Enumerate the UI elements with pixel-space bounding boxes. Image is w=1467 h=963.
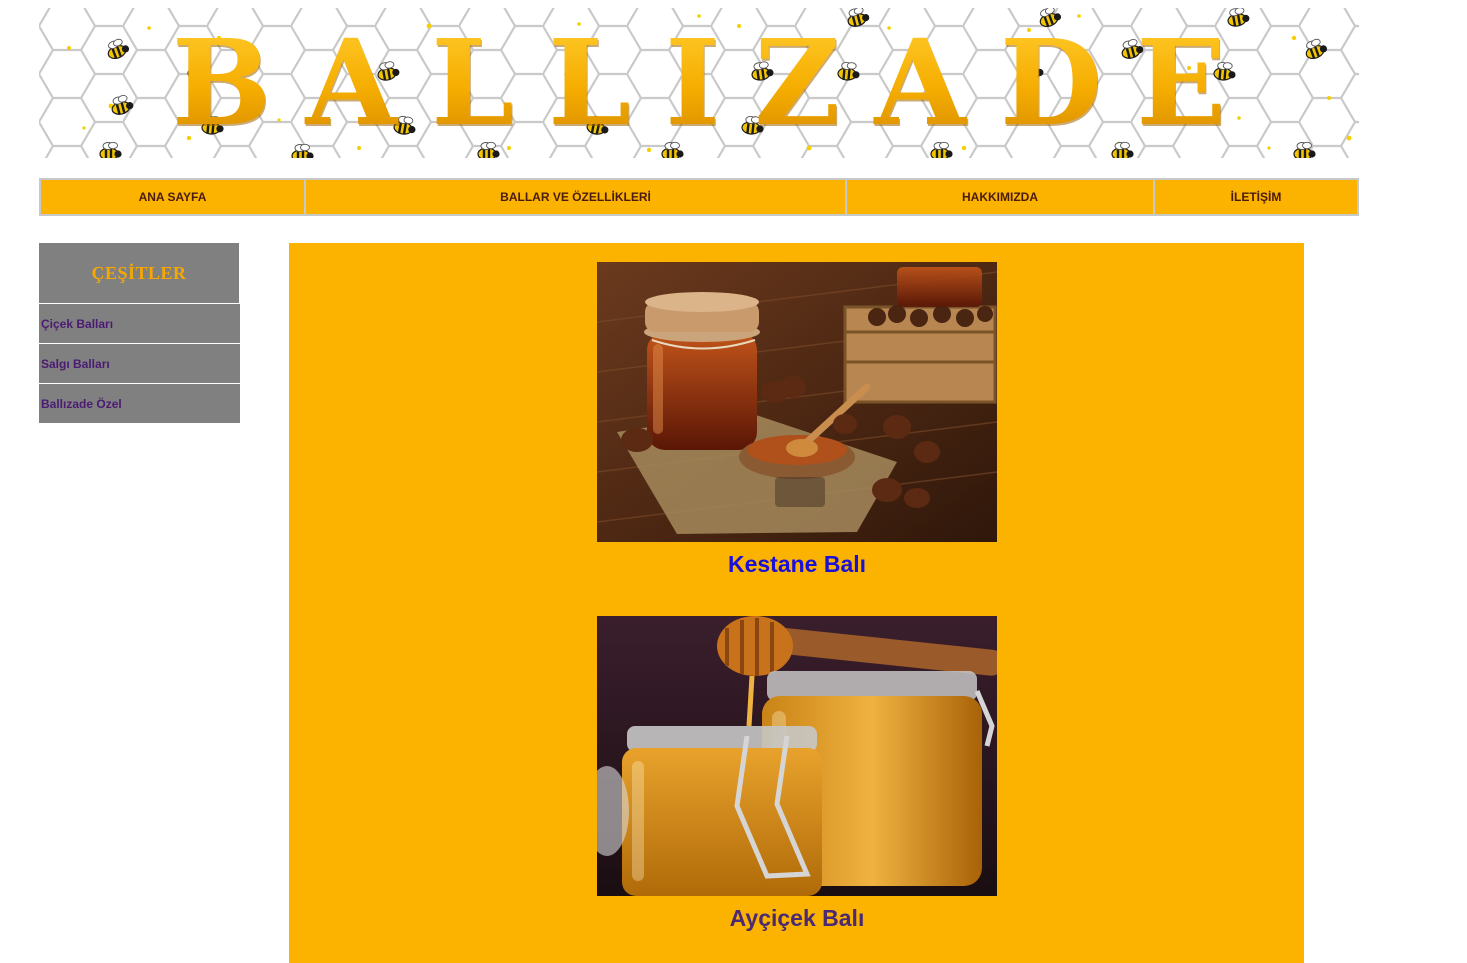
sidebar: ÇEŞİTLER Çiçek Balları Salgı Balları Bal… bbox=[39, 243, 240, 423]
product-name[interactable]: Ayçiçek Balı bbox=[597, 905, 997, 932]
page: BALLIZADE ANA SAYFA BALLAR VE ÖZELLİKLER… bbox=[0, 0, 1467, 963]
nav-item-contact[interactable]: İLETİŞİM bbox=[1155, 180, 1357, 214]
sidebar-header: ÇEŞİTLER bbox=[39, 243, 239, 303]
sidebar-title: ÇEŞİTLER bbox=[91, 262, 187, 283]
main-content: Kestane Balı Ayçiçek Balı bbox=[289, 243, 1304, 963]
sidebar-item-label[interactable]: Çiçek Balları bbox=[39, 317, 113, 331]
product-name[interactable]: Kestane Balı bbox=[597, 551, 997, 578]
sidebar-item-ballizade-special[interactable]: Ballızade Özel bbox=[39, 383, 240, 423]
chestnut-honey-photo[interactable] bbox=[597, 262, 997, 542]
sunflower-honey-photo[interactable] bbox=[597, 616, 997, 896]
site-banner[interactable]: BALLIZADE bbox=[39, 8, 1359, 158]
sidebar-item-label[interactable]: Ballızade Özel bbox=[39, 397, 122, 411]
honeycomb-bee-background bbox=[39, 8, 1359, 158]
sidebar-item-honeydew-honeys[interactable]: Salgı Balları bbox=[39, 343, 240, 383]
nav-item-honeys[interactable]: BALLAR VE ÖZELLİKLERİ bbox=[306, 180, 847, 214]
sidebar-item-flower-honeys[interactable]: Çiçek Balları bbox=[39, 303, 240, 343]
nav-item-about[interactable]: HAKKIMIZDA bbox=[847, 180, 1155, 214]
main-nav: ANA SAYFA BALLAR VE ÖZELLİKLERİ HAKKIMIZ… bbox=[39, 178, 1359, 216]
nav-item-home[interactable]: ANA SAYFA bbox=[41, 180, 306, 214]
sidebar-item-label[interactable]: Salgı Balları bbox=[39, 357, 110, 371]
product-card[interactable]: Ayçiçek Balı bbox=[597, 616, 997, 932]
product-card[interactable]: Kestane Balı bbox=[597, 262, 997, 578]
